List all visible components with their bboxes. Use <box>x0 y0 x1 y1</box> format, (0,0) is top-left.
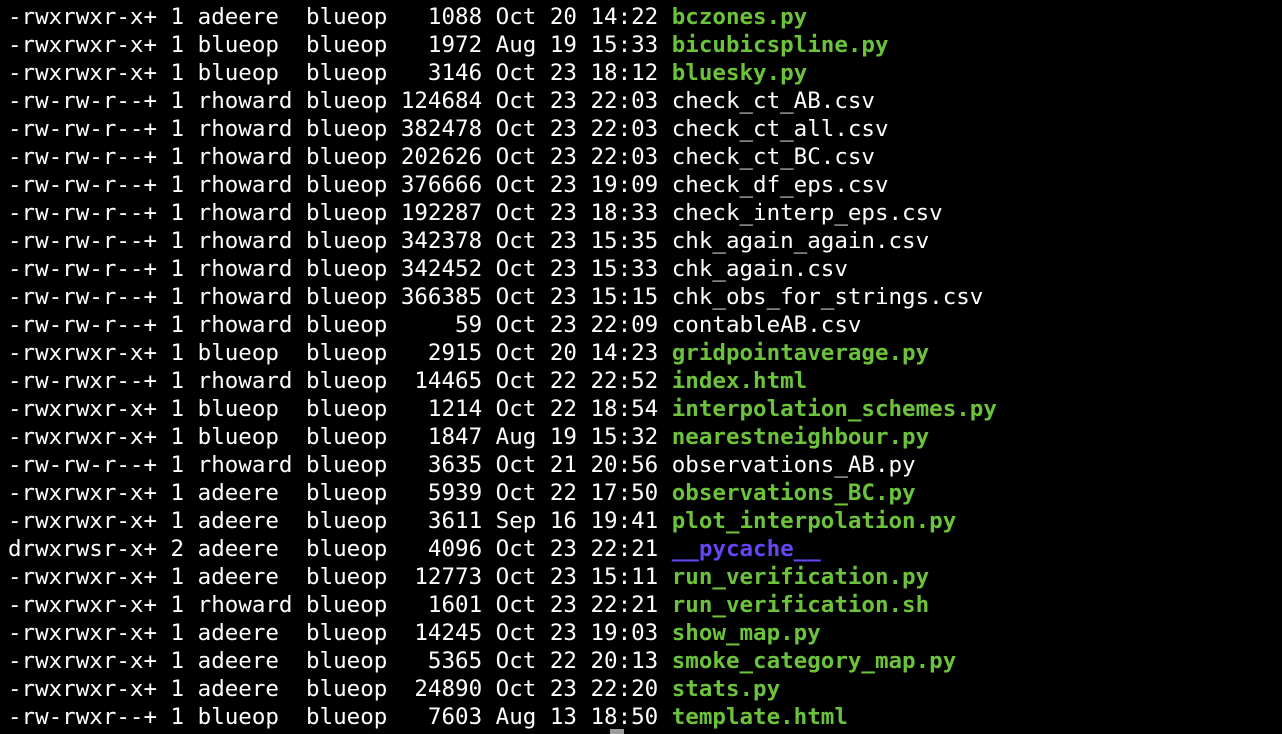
listing-row-filename: observations_AB.py <box>671 452 916 478</box>
listing-row-filename: show_map.py <box>671 620 821 646</box>
listing-row-meta: -rwxrwxr-x+ 1 blueop blueop 1847 Aug 19 … <box>8 424 672 450</box>
listing-row: -rwxrwxr-x+ 1 adeere blueop 5939 Oct 22 … <box>8 479 997 507</box>
terminal-output: -rwxrwxr-x+ 1 adeere blueop 1088 Oct 20 … <box>8 3 997 731</box>
listing-row-meta: -rwxrwxr-x+ 1 adeere blueop 5365 Oct 22 … <box>8 648 672 674</box>
listing-row-filename: stats.py <box>671 676 781 702</box>
listing-row-meta: -rwxrwxr-x+ 1 blueop blueop 1972 Aug 19 … <box>8 32 672 58</box>
terminal-cursor <box>610 729 624 734</box>
listing-row: -rwxrwxr-x+ 1 adeere blueop 12773 Oct 23… <box>8 563 997 591</box>
listing-row-filename: check_ct_BC.csv <box>671 144 875 170</box>
listing-row-meta: -rwxrwxr-x+ 1 adeere blueop 5939 Oct 22 … <box>8 480 672 506</box>
listing-row-filename: chk_again_again.csv <box>671 228 930 254</box>
listing-row-filename: contableAB.csv <box>671 312 862 338</box>
listing-row-filename: bluesky.py <box>671 60 808 86</box>
listing-row-filename: nearestneighbour.py <box>671 424 930 450</box>
listing-row-meta: -rw-rw-r--+ 1 rhoward blueop 124684 Oct … <box>8 88 672 114</box>
listing-row: -rwxrwxr-x+ 1 rhoward blueop 1601 Oct 23… <box>8 591 997 619</box>
listing-row: -rwxrwxr-x+ 1 adeere blueop 24890 Oct 23… <box>8 675 997 703</box>
listing-row-meta: -rwxrwxr-x+ 1 blueop blueop 2915 Oct 20 … <box>8 340 672 366</box>
listing-row-filename: interpolation_schemes.py <box>671 396 997 422</box>
listing-row-meta: -rw-rw-r--+ 1 rhoward blueop 3635 Oct 21… <box>8 452 672 478</box>
listing-row-filename: template.html <box>671 704 848 730</box>
listing-row: -rwxrwxr-x+ 1 adeere blueop 1088 Oct 20 … <box>8 3 997 31</box>
listing-row-filename: gridpointaverage.py <box>671 340 930 366</box>
listing-row: -rw-rwxr--+ 1 blueop blueop 7603 Aug 13 … <box>8 703 997 731</box>
listing-row-filename: chk_again.csv <box>671 256 848 282</box>
listing-row-filename: plot_interpolation.py <box>671 508 957 534</box>
listing-row-meta: -rwxrwxr-x+ 1 adeere blueop 1088 Oct 20 … <box>8 4 672 30</box>
listing-row-filename: check_df_eps.csv <box>671 172 889 198</box>
listing-row: drwxrwsr-x+ 2 adeere blueop 4096 Oct 23 … <box>8 535 997 563</box>
listing-row-meta: -rw-rw-r--+ 1 rhoward blueop 342452 Oct … <box>8 256 672 282</box>
listing-row: -rw-rw-r--+ 1 rhoward blueop 192287 Oct … <box>8 199 997 227</box>
listing-row-filename: run_verification.py <box>671 564 930 590</box>
listing-row: -rw-rwxr--+ 1 rhoward blueop 14465 Oct 2… <box>8 367 997 395</box>
listing-row: -rw-rw-r--+ 1 rhoward blueop 366385 Oct … <box>8 283 997 311</box>
listing-row: -rw-rw-r--+ 1 rhoward blueop 342452 Oct … <box>8 255 997 283</box>
listing-row: -rwxrwxr-x+ 1 adeere blueop 14245 Oct 23… <box>8 619 997 647</box>
listing-row-filename: run_verification.sh <box>671 592 930 618</box>
listing-row-meta: -rwxrwxr-x+ 1 adeere blueop 14245 Oct 23… <box>8 620 672 646</box>
listing-row-filename: smoke_category_map.py <box>671 648 957 674</box>
listing-row-filename: __pycache__ <box>671 536 821 562</box>
listing-row: -rw-rw-r--+ 1 rhoward blueop 124684 Oct … <box>8 87 997 115</box>
listing-row-meta: -rwxrwxr-x+ 1 adeere blueop 24890 Oct 23… <box>8 676 672 702</box>
listing-row-filename: index.html <box>671 368 808 394</box>
listing-row-meta: -rwxrwxr-x+ 1 blueop blueop 1214 Oct 22 … <box>8 396 672 422</box>
listing-row-meta: -rw-rw-r--+ 1 rhoward blueop 202626 Oct … <box>8 144 672 170</box>
listing-row-meta: -rwxrwxr-x+ 1 adeere blueop 3611 Sep 16 … <box>8 508 672 534</box>
listing-row-meta: -rw-rw-r--+ 1 rhoward blueop 382478 Oct … <box>8 116 672 142</box>
listing-row: -rw-rw-r--+ 1 rhoward blueop 59 Oct 23 2… <box>8 311 997 339</box>
listing-row: -rwxrwxr-x+ 1 blueop blueop 1214 Oct 22 … <box>8 395 997 423</box>
listing-row-meta: -rw-rwxr--+ 1 rhoward blueop 14465 Oct 2… <box>8 368 672 394</box>
listing-row: -rw-rw-r--+ 1 rhoward blueop 376666 Oct … <box>8 171 997 199</box>
listing-row-filename: check_interp_eps.csv <box>671 200 943 226</box>
listing-row: -rwxrwxr-x+ 1 blueop blueop 2915 Oct 20 … <box>8 339 997 367</box>
listing-row-filename: observations_BC.py <box>671 480 916 506</box>
listing-row-meta: -rwxrwxr-x+ 1 blueop blueop 3146 Oct 23 … <box>8 60 672 86</box>
listing-row-meta: -rw-rwxr--+ 1 blueop blueop 7603 Aug 13 … <box>8 704 672 730</box>
listing-row: -rw-rw-r--+ 1 rhoward blueop 3635 Oct 21… <box>8 451 997 479</box>
listing-row-filename: bicubicspline.py <box>671 32 889 58</box>
listing-row-meta: -rw-rw-r--+ 1 rhoward blueop 59 Oct 23 2… <box>8 312 672 338</box>
listing-row-filename: check_ct_all.csv <box>671 116 889 142</box>
listing-row: -rw-rw-r--+ 1 rhoward blueop 382478 Oct … <box>8 115 997 143</box>
listing-row: -rwxrwxr-x+ 1 adeere blueop 3611 Sep 16 … <box>8 507 997 535</box>
listing-row-filename: chk_obs_for_strings.csv <box>671 284 984 310</box>
listing-row-meta: -rwxrwxr-x+ 1 rhoward blueop 1601 Oct 23… <box>8 592 672 618</box>
listing-row-meta: -rw-rw-r--+ 1 rhoward blueop 192287 Oct … <box>8 200 672 226</box>
listing-row: -rwxrwxr-x+ 1 blueop blueop 1847 Aug 19 … <box>8 423 997 451</box>
listing-row: -rw-rw-r--+ 1 rhoward blueop 202626 Oct … <box>8 143 997 171</box>
listing-row: -rwxrwxr-x+ 1 adeere blueop 5365 Oct 22 … <box>8 647 997 675</box>
listing-row-meta: -rw-rw-r--+ 1 rhoward blueop 366385 Oct … <box>8 284 672 310</box>
listing-row-meta: drwxrwsr-x+ 2 adeere blueop 4096 Oct 23 … <box>8 536 672 562</box>
listing-row-filename: bczones.py <box>671 4 808 30</box>
listing-row-meta: -rwxrwxr-x+ 1 adeere blueop 12773 Oct 23… <box>8 564 672 590</box>
listing-row: -rwxrwxr-x+ 1 blueop blueop 3146 Oct 23 … <box>8 59 997 87</box>
listing-row: -rw-rw-r--+ 1 rhoward blueop 342378 Oct … <box>8 227 997 255</box>
listing-row-meta: -rw-rw-r--+ 1 rhoward blueop 342378 Oct … <box>8 228 672 254</box>
listing-row-filename: check_ct_AB.csv <box>671 88 875 114</box>
listing-row: -rwxrwxr-x+ 1 blueop blueop 1972 Aug 19 … <box>8 31 997 59</box>
listing-row-meta: -rw-rw-r--+ 1 rhoward blueop 376666 Oct … <box>8 172 672 198</box>
